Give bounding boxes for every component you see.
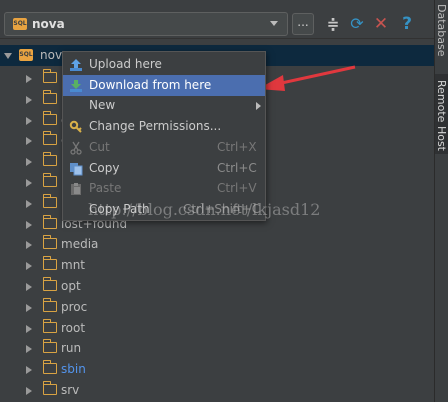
menu-item-cut: Cut Ctrl+X <box>63 137 265 158</box>
folder-icon <box>42 131 57 146</box>
tree-row-label: mnt <box>61 258 85 273</box>
expand-arrow-icon[interactable] <box>26 199 32 208</box>
tree-row[interactable]: run <box>0 338 434 359</box>
scissors-icon <box>69 141 83 155</box>
tree-row[interactable]: root <box>0 318 434 339</box>
help-icon[interactable]: ? <box>396 13 418 35</box>
expand-arrow-icon[interactable] <box>26 283 32 291</box>
folder-icon <box>42 173 57 187</box>
menu-item-label: Cut <box>89 139 110 154</box>
menu-item-upload-here[interactable]: Upload here <box>63 54 265 75</box>
server-combo[interactable]: SQL nova <box>4 12 288 36</box>
menu-item-new[interactable]: New <box>63 95 265 116</box>
refresh-icon[interactable]: ⟳ <box>346 13 368 35</box>
menu-item-label: Upload here <box>89 57 162 71</box>
sql-db-icon: SQL <box>13 18 27 30</box>
sql-db-icon: SQL <box>19 49 33 61</box>
menu-item-shortcut: Ctrl+C <box>217 160 257 175</box>
folder-icon <box>42 360 57 375</box>
menu-item-label: Change Permissions... <box>89 119 222 134</box>
expand-arrow-icon[interactable] <box>26 241 32 250</box>
tree-row-label: run <box>61 341 82 356</box>
toolbar: SQL nova ... ≑ ⟳ ✕ ? <box>0 0 434 39</box>
menu-item-label: New <box>89 98 116 113</box>
remote-host-panel: SQL nova ... ≑ ⟳ ✕ ? SQL nova binbootdev… <box>0 0 434 402</box>
tree-row-label: media <box>61 237 99 252</box>
menu-item-label: Copy <box>89 160 120 175</box>
expand-arrow-icon[interactable] <box>26 179 32 187</box>
expand-arrow-icon[interactable] <box>26 137 32 146</box>
expand-arrow-icon[interactable] <box>26 387 32 395</box>
annotation-arrow <box>258 65 356 91</box>
folder-icon <box>42 110 57 125</box>
folder-icon <box>42 318 57 333</box>
tree-row[interactable]: mnt <box>0 255 434 276</box>
tree-row[interactable]: srv <box>0 380 434 401</box>
menu-item-change-permissions[interactable]: Change Permissions... <box>63 116 265 137</box>
context-menu: Upload here Download from here New Change P… <box>62 51 266 221</box>
menu-item-copy[interactable]: Copy Ctrl+C <box>63 158 265 179</box>
menu-item-shortcut: Ctrl+V <box>217 181 257 196</box>
expand-arrow-icon[interactable] <box>26 95 32 104</box>
folder-icon <box>42 381 57 395</box>
tree-row-label: root <box>61 320 86 335</box>
right-tool-strip: Database Remote Host <box>434 0 448 402</box>
folder-icon <box>42 277 57 291</box>
submenu-arrow-icon <box>256 102 261 111</box>
menu-item-label: Paste <box>89 181 122 196</box>
expand-arrow-icon[interactable] <box>26 262 32 271</box>
collapse-sync-icon[interactable]: ≑ <box>322 13 344 35</box>
menu-item-label: Download from here <box>89 77 212 92</box>
menu-item-shortcut: Ctrl+X <box>217 139 257 154</box>
tree-row-label: sbin <box>61 362 86 377</box>
folder-icon <box>42 214 57 229</box>
folder-icon <box>42 89 57 104</box>
folder-icon <box>42 235 57 250</box>
tab-database[interactable]: Database <box>435 0 448 62</box>
more-button[interactable]: ... <box>292 13 314 35</box>
tree-row[interactable]: media <box>0 234 434 255</box>
expand-arrow-icon[interactable] <box>26 116 32 125</box>
tree-row[interactable]: opt <box>0 276 434 297</box>
tab-remote-host[interactable]: Remote Host <box>435 74 448 154</box>
tree-row-label: proc <box>61 299 88 314</box>
folder-icon <box>42 193 57 208</box>
folder-icon <box>42 297 57 312</box>
paste-icon <box>69 182 83 196</box>
menu-item-paste: Paste Ctrl+V <box>63 178 265 199</box>
close-icon[interactable]: ✕ <box>370 13 392 35</box>
expand-arrow-icon[interactable] <box>26 366 32 375</box>
expand-arrow-icon[interactable] <box>26 220 32 229</box>
folder-icon <box>42 339 57 354</box>
expand-arrow-icon[interactable] <box>26 158 32 167</box>
expand-arrow-icon[interactable] <box>26 303 32 312</box>
server-combo-value: nova <box>32 17 65 31</box>
chevron-down-icon <box>270 21 278 26</box>
expand-arrow-icon[interactable] <box>26 345 32 354</box>
download-icon <box>69 79 83 93</box>
folder-icon <box>42 152 57 167</box>
tree-row-label: opt <box>61 279 81 293</box>
folder-icon <box>42 69 57 83</box>
key-icon <box>69 120 83 134</box>
folder-icon <box>42 256 57 271</box>
tree-row[interactable]: proc <box>0 297 434 318</box>
expand-arrow-icon[interactable] <box>4 53 12 59</box>
copy-icon <box>69 162 83 176</box>
expand-arrow-icon[interactable] <box>26 75 32 83</box>
watermark: http://blog.csdn.net/lkjasd12 <box>88 200 321 219</box>
upload-icon <box>69 58 83 72</box>
tree-row-label: srv <box>61 383 80 397</box>
expand-arrow-icon[interactable] <box>26 324 32 333</box>
menu-item-download-from-here[interactable]: Download from here <box>63 74 265 96</box>
tree-row[interactable]: sbin <box>0 359 434 380</box>
